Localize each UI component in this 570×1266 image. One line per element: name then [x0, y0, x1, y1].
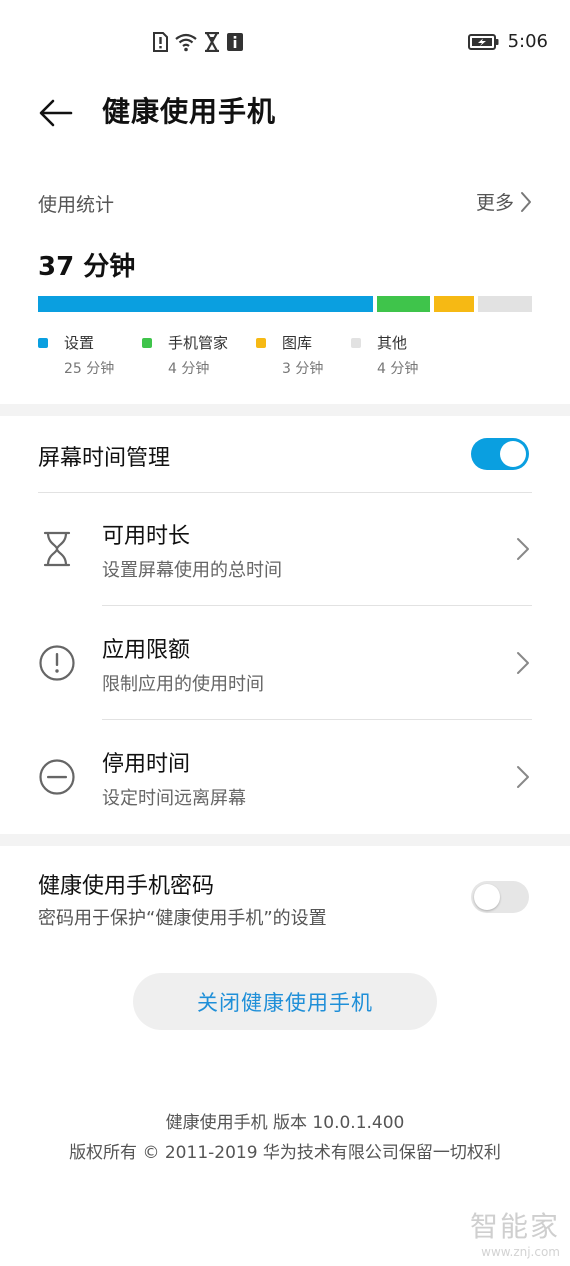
hourglass-icon — [38, 530, 76, 568]
section-divider — [0, 404, 570, 416]
watermark-url: www.znj.com — [481, 1245, 560, 1259]
legend-time: 25 分钟 — [64, 361, 115, 377]
more-link[interactable]: 更多 — [476, 188, 532, 215]
divider-line — [102, 605, 532, 606]
header: 健康使用手机 — [0, 84, 570, 140]
toggle-knob — [500, 441, 526, 467]
legend-time: 3 分钟 — [282, 361, 324, 377]
divider-line — [102, 719, 532, 720]
status-bar: 5:06 — [0, 0, 570, 84]
status-icons — [152, 32, 244, 52]
usage-stats-label: 使用统计 — [38, 194, 115, 216]
legend-color-dot — [256, 338, 266, 348]
row-subtitle: 限制应用的使用时间 — [102, 674, 264, 695]
watermark: 智能家 www.znj.com — [470, 1205, 560, 1259]
exclamation-circle-icon — [38, 644, 76, 682]
row-title: 停用时间 — [102, 752, 191, 777]
usage-bar — [38, 296, 532, 312]
close-health-button[interactable]: 关闭健康使用手机 — [133, 973, 437, 1030]
more-link-label: 更多 — [475, 192, 514, 214]
legend-color-dot — [142, 338, 152, 348]
row-available-duration[interactable]: 可用时长 设置屏幕使用的总时间 — [0, 494, 570, 606]
row-title: 应用限额 — [102, 638, 191, 663]
chevron-right-icon — [517, 538, 529, 560]
legend-name: 设置 — [64, 334, 95, 352]
page-title: 健康使用手机 — [102, 95, 277, 128]
usage-bar-segment — [376, 296, 431, 312]
back-arrow-icon — [39, 99, 73, 127]
wifi-icon — [175, 33, 197, 52]
back-button[interactable] — [36, 93, 76, 133]
version-text: 健康使用手机 版本 10.0.1.400 — [165, 1113, 405, 1133]
toggle-knob — [474, 884, 500, 910]
row-subtitle: 设置屏幕使用的总时间 — [102, 560, 282, 581]
screen-time-toggle[interactable] — [471, 438, 529, 470]
minus-circle-icon — [38, 758, 76, 796]
sim-alert-icon — [153, 32, 168, 52]
row-downtime[interactable]: 停用时间 设定时间远离屏幕 — [0, 722, 570, 834]
chevron-right-icon — [521, 191, 531, 212]
hourglass-icon — [205, 32, 219, 52]
password-subtitle: 密码用于保护“健康使用手机”的设置 — [38, 908, 327, 929]
row-subtitle: 设定时间远离屏幕 — [102, 788, 246, 809]
password-title: 健康使用手机密码 — [38, 874, 215, 899]
clock-time: 5:06 — [507, 31, 548, 52]
legend-color-dot — [351, 338, 361, 348]
copyright-text: 版权所有 © 2011-2019 华为技术有限公司保留一切权利 — [69, 1143, 501, 1163]
battery-charging-icon — [467, 33, 499, 50]
usage-bar-segment — [38, 296, 373, 312]
divider-line — [38, 492, 532, 493]
legend-time: 4 分钟 — [168, 361, 210, 377]
info-icon — [227, 33, 243, 51]
password-toggle[interactable] — [471, 881, 529, 913]
section-divider — [0, 834, 570, 846]
legend-name: 图库 — [282, 334, 313, 352]
watermark-title: 智能家 — [469, 1210, 560, 1243]
total-usage-time: 37 分钟 — [38, 252, 136, 282]
screen-time-management-label: 屏幕时间管理 — [38, 446, 171, 471]
usage-bar-segment — [478, 296, 532, 312]
chevron-right-icon — [517, 766, 529, 788]
status-right: 5:06 — [467, 31, 548, 52]
usage-bar-segment — [434, 296, 475, 312]
usage-legend: 设置 25 分钟 手机管家 4 分钟 图库 3 分钟 其他 4 分钟 — [38, 332, 538, 382]
legend-color-dot — [38, 338, 48, 348]
legend-time: 4 分钟 — [377, 361, 419, 377]
row-app-limits[interactable]: 应用限额 限制应用的使用时间 — [0, 608, 570, 720]
legend-name: 其他 — [377, 334, 408, 352]
legend-name: 手机管家 — [168, 334, 229, 352]
row-title: 可用时长 — [102, 524, 191, 549]
chevron-right-icon — [517, 652, 529, 674]
